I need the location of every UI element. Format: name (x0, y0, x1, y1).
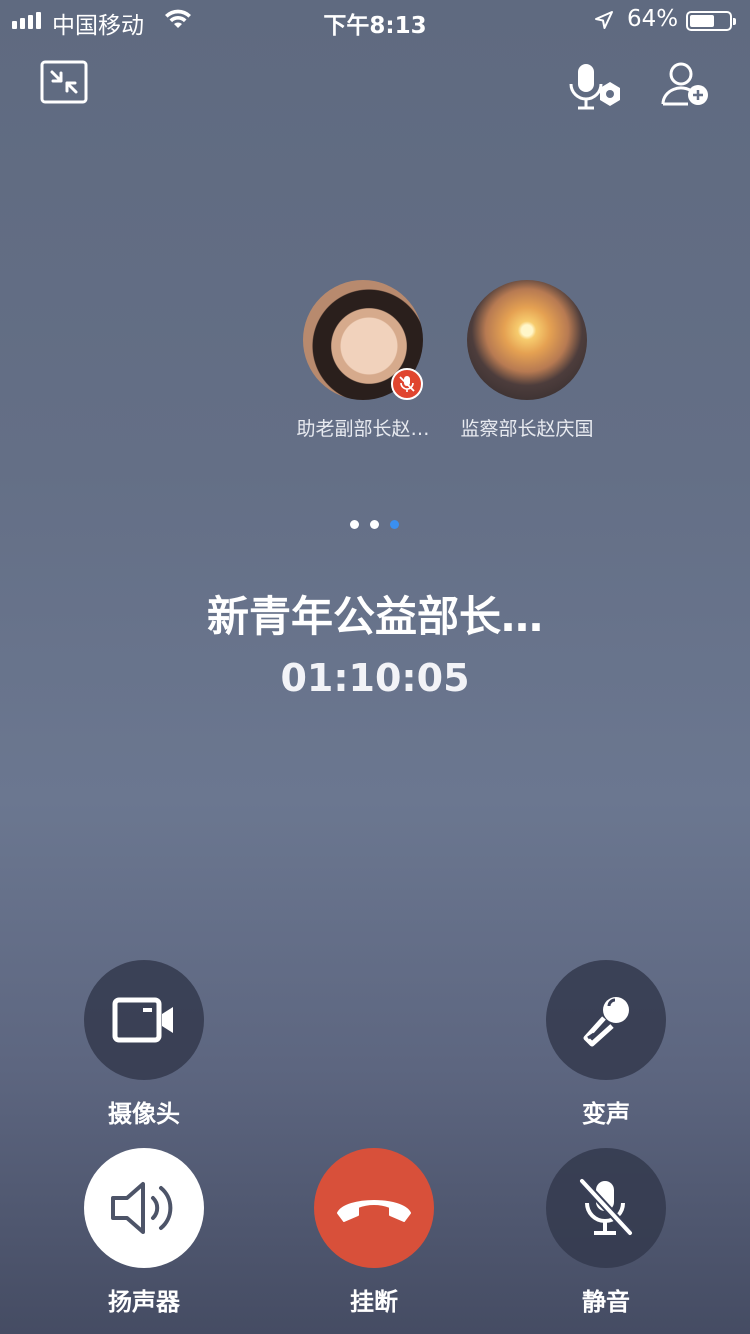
speaker-icon (111, 1182, 173, 1234)
speaker-label: 扬声器 (108, 1288, 180, 1316)
mute-label: 静音 (582, 1288, 630, 1316)
battery-percent: 64% (627, 6, 679, 32)
add-member-icon (661, 62, 708, 106)
camera-icon (112, 997, 173, 1043)
participant-name: 助老副部长赵… (296, 418, 430, 440)
battery-icon (686, 11, 736, 31)
location-arrow-icon (594, 10, 614, 36)
page-dot (350, 520, 359, 529)
participant-avatar[interactable] (467, 280, 587, 400)
participant-name: 监察部长赵庆国 (460, 418, 594, 440)
hangup-button[interactable] (314, 1148, 434, 1268)
muted-badge-icon (391, 368, 423, 400)
page-indicator (350, 520, 399, 529)
page-dot (370, 520, 379, 529)
mute-button[interactable] (546, 1148, 666, 1268)
hangup-icon (337, 1200, 411, 1222)
voice-settings-icon (569, 64, 620, 110)
voice-change-button[interactable] (546, 960, 666, 1080)
hangup-label: 挂断 (350, 1288, 398, 1316)
camera-button[interactable] (84, 960, 204, 1080)
call-duration: 01:10:05 (280, 656, 470, 700)
minimize-icon (40, 60, 88, 104)
speaker-button[interactable] (84, 1148, 204, 1268)
add-member-button[interactable] (660, 60, 710, 112)
voice-change-icon (583, 997, 629, 1047)
voice-settings-button[interactable] (568, 60, 624, 118)
page-dot-active (390, 520, 399, 529)
call-title: 新青年公益部长… (206, 592, 543, 641)
camera-label: 摄像头 (108, 1100, 180, 1128)
status-bar: 中国移动 下午8:13 64% (0, 0, 750, 40)
voice-change-label: 变声 (582, 1100, 630, 1128)
mute-mic-icon (579, 1178, 633, 1236)
minimize-button[interactable] (40, 60, 88, 108)
